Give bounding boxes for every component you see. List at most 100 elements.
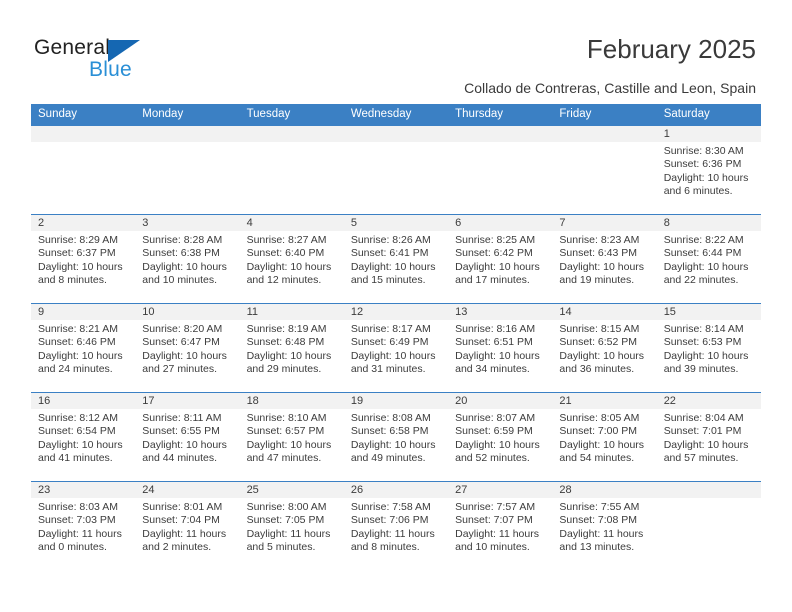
daylight-text-line1: Daylight: 10 hours [38,260,123,273]
day-cell [240,142,344,214]
week-row: 2 3 4 5 6 7 8 Sunrise: 8:29 AM Sunset: 6… [31,214,761,303]
day-number: 3 [142,217,149,229]
daylight-text-line2: and 34 minutes. [455,362,530,375]
daylight-text-line2: and 49 minutes. [350,451,426,464]
daylight-text-line1: Daylight: 10 hours [350,438,436,451]
day-cell: Sunrise: 8:26 AM Sunset: 6:41 PM Dayligh… [344,231,448,303]
general-blue-logo: General Blue [34,36,194,84]
daylight-text-line1: Daylight: 10 hours [663,438,749,451]
day-cell: Sunrise: 8:08 AM Sunset: 6:58 PM Dayligh… [344,409,448,481]
daylight-text-line1: Daylight: 10 hours [455,438,540,451]
sunrise-text: Sunrise: 8:11 AM [142,412,222,424]
weekday-header-wednesday: Wednesday [350,108,412,120]
sunrise-text: Sunrise: 8:05 AM [559,412,640,424]
daylight-text-line2: and 10 minutes. [455,540,530,553]
sunset-text: Sunset: 6:59 PM [455,425,533,438]
week-row: 16 17 18 19 20 21 22 Sunrise: 8:12 AM Su… [31,392,761,481]
daylight-text-line2: and 44 minutes. [142,451,217,464]
sunrise-text: Sunrise: 8:23 AM [559,234,640,246]
week-detail-band: Sunrise: 8:03 AM Sunset: 7:03 PM Dayligh… [31,498,761,570]
daylight-text-line2: and 31 minutes. [350,362,426,375]
sunrise-text: Sunrise: 8:29 AM [38,234,118,246]
day-cell: Sunrise: 8:20 AM Sunset: 6:47 PM Dayligh… [135,320,239,392]
page-header: General Blue February 2025 Collado de Co… [0,0,792,100]
sunset-text: Sunset: 7:01 PM [663,425,742,438]
sunrise-text: Sunrise: 8:28 AM [142,234,223,246]
sunset-text: Sunset: 6:43 PM [559,247,638,260]
day-cell: Sunrise: 8:22 AM Sunset: 6:44 PM Dayligh… [657,231,761,303]
sunrise-text: Sunrise: 8:21 AM [38,323,118,335]
day-number [135,126,239,142]
sunset-text: Sunset: 7:05 PM [246,514,325,527]
day-cell: Sunrise: 7:55 AM Sunset: 7:08 PM Dayligh… [552,498,656,570]
day-number: 20 [455,395,468,407]
sunrise-text: Sunrise: 8:17 AM [350,323,431,335]
sunrise-text: Sunrise: 7:57 AM [455,501,536,513]
sunset-text: Sunset: 7:03 PM [38,514,116,527]
week-daynumber-band: 9 10 11 12 13 14 15 [31,304,761,320]
day-cell: Sunrise: 8:04 AM Sunset: 7:01 PM Dayligh… [657,409,761,481]
sunset-text: Sunset: 6:49 PM [350,336,429,349]
day-number: 4 [246,217,253,229]
day-number: 18 [246,395,259,407]
daylight-text-line1: Daylight: 10 hours [246,260,332,273]
week-daynumber-band: 2 3 4 5 6 7 8 [31,215,761,231]
daylight-text-line1: Daylight: 10 hours [246,349,332,362]
daylight-text-line1: Daylight: 11 hours [246,527,331,540]
week-detail-band: Sunrise: 8:12 AM Sunset: 6:54 PM Dayligh… [31,409,761,481]
day-number: 9 [38,306,45,318]
sunrise-text: Sunrise: 8:10 AM [246,412,327,424]
page-subtitle-location: Collado de Contreras, Castille and Leon,… [464,80,756,96]
sunrise-text: Sunrise: 8:19 AM [246,323,327,335]
weekday-header-monday: Monday [142,108,184,120]
sunset-text: Sunset: 6:57 PM [246,425,325,438]
page-title: February 2025 [586,34,756,64]
day-cell: Sunrise: 8:07 AM Sunset: 6:59 PM Dayligh… [448,409,552,481]
daylight-text-line2: and 13 minutes. [559,540,635,553]
sunrise-text: Sunrise: 8:30 AM [663,145,744,157]
daylight-text-line2: and 41 minutes. [38,451,113,464]
day-cell: Sunrise: 8:05 AM Sunset: 7:00 PM Dayligh… [552,409,656,481]
daylight-text-line1: Daylight: 11 hours [38,527,122,540]
daylight-text-line2: and 12 minutes. [246,273,322,286]
sunrise-text: Sunrise: 8:22 AM [663,234,744,246]
sunrise-text: Sunrise: 8:01 AM [142,501,223,513]
week-detail-band: Sunrise: 8:29 AM Sunset: 6:37 PM Dayligh… [31,231,761,303]
calendar-page: General Blue February 2025 Collado de Co… [0,0,792,612]
daylight-text-line1: Daylight: 11 hours [142,527,227,540]
daylight-text-line2: and 52 minutes. [455,451,530,464]
week-row: 9 10 11 12 13 14 15 Sunrise: 8:21 AM Sun… [31,303,761,392]
day-number: 26 [350,484,364,496]
daylight-text-line1: Daylight: 10 hours [142,438,227,451]
day-number: 28 [559,484,572,496]
sunset-text: Sunset: 6:48 PM [246,336,325,349]
daylight-text-line1: Daylight: 10 hours [455,349,540,362]
day-number: 13 [455,306,468,318]
day-cell: Sunrise: 8:28 AM Sunset: 6:38 PM Dayligh… [135,231,239,303]
day-cell: Sunrise: 8:29 AM Sunset: 6:37 PM Dayligh… [31,231,135,303]
day-number [448,126,552,142]
day-number [240,126,344,142]
week-row: 23 24 25 26 27 28 Sunrise: 8:03 AM Sunse… [31,481,761,570]
day-cell: Sunrise: 8:27 AM Sunset: 6:40 PM Dayligh… [240,231,344,303]
sunrise-text: Sunrise: 8:25 AM [455,234,536,246]
daylight-text-line2: and 6 minutes. [663,184,733,197]
daylight-text-line1: Daylight: 10 hours [38,349,123,362]
daylight-text-line1: Daylight: 10 hours [559,438,645,451]
day-number: 16 [38,395,51,407]
sunset-text: Sunset: 7:04 PM [142,514,220,527]
daylight-text-line2: and 27 minutes. [142,362,217,375]
day-cell: Sunrise: 8:30 AM Sunset: 6:36 PM Dayligh… [657,142,761,214]
logo-text-blue: Blue [89,58,132,81]
sunset-text: Sunset: 6:54 PM [38,425,116,438]
weekday-header-tuesday: Tuesday [246,108,291,120]
daylight-text-line2: and 2 minutes. [142,540,212,553]
day-number: 22 [663,395,676,407]
day-cell: Sunrise: 7:57 AM Sunset: 7:07 PM Dayligh… [448,498,552,570]
daylight-text-line2: and 8 minutes. [350,540,420,553]
day-number: 1 [663,128,670,140]
daylight-text-line1: Daylight: 11 hours [559,527,644,540]
week-row: 1 Sunrise: 8:30 AM Sunset: 6:36 PM Dayli… [31,125,761,214]
daylight-text-line2: and 19 minutes. [559,273,635,286]
daylight-text-line1: Daylight: 10 hours [142,349,227,362]
